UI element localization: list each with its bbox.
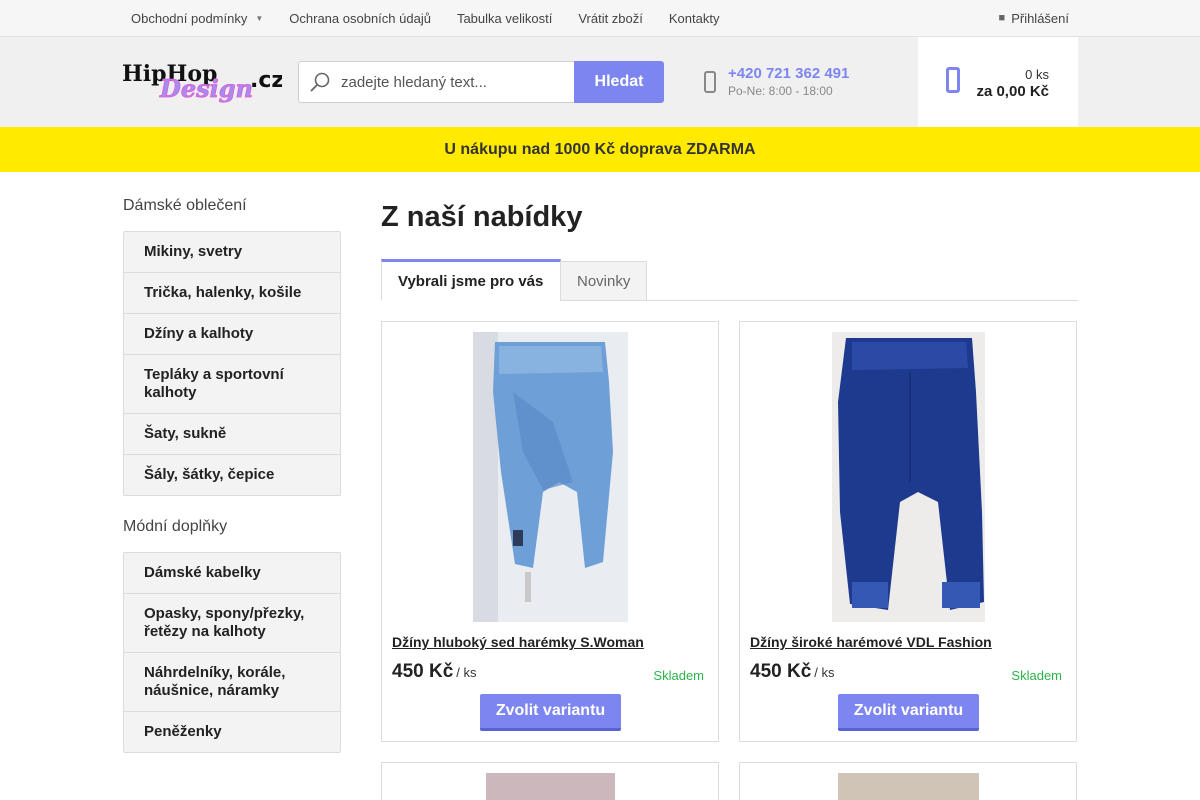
product-price: 450 Kč / ks [392, 661, 477, 683]
product-name[interactable]: Džíny hluboký sed harémky S.Woman [392, 634, 644, 650]
product-card [381, 762, 719, 800]
phone-icon [704, 71, 716, 93]
product-tabs: Vybrali jsme pro vás Novinky [381, 259, 1078, 301]
cart-total: za 0,00 Kč [976, 83, 1049, 100]
sidebar-item-dresses[interactable]: Šaty, sukně [124, 414, 340, 455]
nav-link-return[interactable]: Vrátit zboží [578, 11, 643, 26]
nav-link-contacts[interactable]: Kontakty [669, 11, 720, 26]
sidebar-heading-accessories: Módní doplňky [123, 518, 228, 535]
price-unit: / ks [456, 665, 477, 680]
search-button[interactable]: Hledat [574, 61, 664, 103]
nav-link-size-table[interactable]: Tabulka velikostí [457, 11, 552, 26]
search-form: Hledat [298, 61, 664, 103]
opening-hours: Po-Ne: 8:00 - 18:00 [728, 84, 833, 98]
price-value: 450 Kč [392, 661, 454, 682]
cart-count: 0 ks [1025, 67, 1049, 82]
cart-icon [946, 67, 960, 93]
chevron-down-icon: ▼ [255, 13, 264, 23]
sidebar-item-necklaces[interactable]: Náhrdelníky, korále, náušnice, náramky [124, 653, 340, 712]
nav-link-terms-label: Obchodní podmínky [131, 10, 248, 26]
choose-variant-button[interactable]: Zvolit variantu [480, 694, 621, 731]
nav-link-privacy[interactable]: Ochrana osobních údajů [289, 11, 431, 26]
cart-widget[interactable]: 0 ks za 0,00 Kč [918, 37, 1078, 127]
product-name[interactable]: Džíny široké harémové VDL Fashion [750, 634, 992, 650]
stock-status: Skladem [1011, 668, 1062, 683]
stock-status: Skladem [653, 668, 704, 683]
sidebar-item-handbags[interactable]: Dámské kabelky [124, 553, 340, 594]
product-price: 450 Kč / ks [750, 661, 835, 683]
category-sidebar: Dámské oblečení Mikiny, svetry Trička, h… [123, 172, 341, 753]
login-label: Přihlášení [1011, 10, 1069, 26]
sidebar-item-wallets[interactable]: Peněženky [124, 712, 340, 752]
site-logo[interactable]: HipHop Design .cz [122, 59, 282, 103]
svg-text:.cz: .cz [250, 68, 282, 93]
product-image[interactable] [838, 773, 979, 800]
product-card: Džíny široké harémové VDL Fashion 450 Kč… [739, 321, 1077, 742]
page-title: Z naší nabídky [381, 201, 583, 233]
product-image[interactable] [473, 332, 628, 622]
search-box [298, 61, 574, 103]
sidebar-item-belts[interactable]: Opasky, spony/přezky, řetězy na kalhoty [124, 594, 340, 653]
search-icon [310, 72, 330, 92]
free-shipping-banner: U nákupu nad 1000 Kč doprava ZDARMA [0, 127, 1200, 172]
sidebar-item-jeans[interactable]: Džíny a kalhoty [124, 314, 340, 355]
sidebar-item-shirts[interactable]: Trička, halenky, košile [124, 273, 340, 314]
sidebar-list-accessories: Dámské kabelky Opasky, spony/přezky, řet… [123, 552, 341, 753]
price-unit: / ks [814, 665, 835, 680]
top-bar: Obchodní podmínky ▼ Ochrana osobních údaj… [0, 0, 1200, 37]
tab-new-arrivals[interactable]: Novinky [560, 261, 647, 301]
sidebar-item-sweatpants[interactable]: Tepláky a sportovní kalhoty [124, 355, 340, 414]
sidebar-item-sweaters[interactable]: Mikiny, svetry [124, 232, 340, 273]
phone-number[interactable]: +420 721 362 491 [728, 65, 849, 82]
search-input[interactable] [341, 73, 561, 91]
header: HipHop Design .cz Hledat +420 721 362 49… [0, 37, 1200, 127]
tab-selected-for-you[interactable]: Vybrali jsme pro vás [381, 259, 561, 301]
product-image[interactable] [486, 773, 615, 800]
main-content: Z naší nabídky Vybrali jsme pro vás Novi… [381, 172, 1078, 800]
nav-link-terms[interactable]: Obchodní podmínky ▼ [131, 11, 263, 26]
choose-variant-button[interactable]: Zvolit variantu [838, 694, 979, 731]
sidebar-list-women: Mikiny, svetry Trička, halenky, košile D… [123, 231, 341, 496]
product-card [739, 762, 1077, 800]
lock-icon: ■ [998, 12, 1006, 24]
price-value: 450 Kč [750, 661, 812, 682]
login-link[interactable]: ■ Přihlášení [999, 0, 1069, 36]
sidebar-item-scarves[interactable]: Šály, šátky, čepice [124, 455, 340, 495]
product-image[interactable] [832, 332, 985, 622]
product-card: Džíny hluboký sed harémky S.Woman 450 Kč… [381, 321, 719, 742]
sidebar-heading-women: Dámské oblečení [123, 197, 247, 214]
top-nav: Obchodní podmínky ▼ Ochrana osobních údaj… [131, 0, 745, 36]
svg-text:Design: Design [159, 74, 253, 103]
